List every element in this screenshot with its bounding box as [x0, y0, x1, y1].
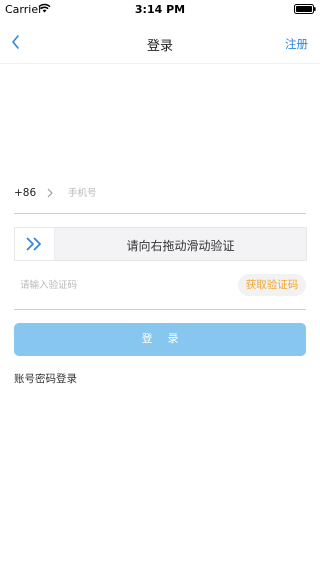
register-link[interactable]: 注册	[285, 36, 308, 52]
phone-row: +86	[14, 180, 306, 214]
status-bar: Carrier 3:14 PM	[0, 0, 320, 20]
get-code-button[interactable]: 获取验证码	[238, 274, 306, 296]
slide-verify-track[interactable]: 请向右拖动滑动验证	[14, 227, 307, 261]
code-row: 获取验证码	[14, 270, 306, 310]
slide-verify-label: 请向右拖动滑动验证	[126, 239, 235, 253]
country-code-selector[interactable]: +86	[14, 187, 36, 199]
battery-icon	[294, 4, 316, 14]
chevron-right-icon[interactable]	[46, 188, 54, 198]
divider	[14, 309, 306, 310]
login-button[interactable]: 登 录	[14, 323, 306, 356]
phone-number-input[interactable]	[68, 182, 298, 204]
password-login-link[interactable]: 账号密码登录	[14, 371, 77, 386]
verification-code-input[interactable]	[20, 276, 220, 294]
divider	[14, 213, 306, 214]
page-title: 登录	[146, 39, 173, 54]
login-screen: Carrier 3:14 PM 登录 注册 +86 手机号 请向右拖动滑动验证 …	[0, 0, 320, 568]
nav-bar: 登录 注册	[0, 20, 320, 64]
double-chevron-right-icon	[26, 237, 41, 251]
slide-verify-handle[interactable]	[15, 228, 55, 260]
status-time: 3:14 PM	[134, 3, 186, 16]
